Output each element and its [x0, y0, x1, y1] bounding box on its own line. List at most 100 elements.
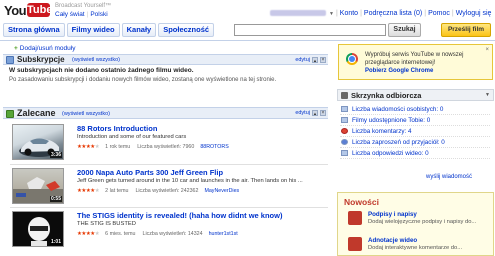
- subscriptions-show-all[interactable]: (wyświetl wszystko): [72, 56, 120, 64]
- video-item[interactable]: 0:55 2000 Napa Auto Parts 300 Jeff Green…: [12, 168, 332, 206]
- video-description: Jeff Green gets turned around in the 10 …: [77, 178, 303, 184]
- tab-community[interactable]: Społeczność: [158, 23, 215, 37]
- recommended-icon: [6, 110, 14, 118]
- inbox-title: Skrzynka odbiorcza: [351, 91, 422, 100]
- inbox-item-label: Liczba zaproszeń od przyjaciół: 0: [352, 139, 445, 146]
- video-meta: ★★★★★ 2 lat temu Liczba wyświetleń: 242362…: [77, 188, 239, 194]
- main-nav: Strona główna Filmy wideo Kanały Społecz…: [3, 23, 215, 40]
- video-duration: 1:01: [49, 239, 62, 245]
- help-link[interactable]: Pomoc: [428, 10, 450, 17]
- video-response-icon: [341, 150, 348, 156]
- close-icon[interactable]: ×: [320, 57, 326, 63]
- video-views: Liczba wyświetleń: 14324: [142, 231, 203, 237]
- subscriptions-body: W subskrypcjach nie dodano ostatnio żadn…: [3, 66, 327, 83]
- collapse-icon[interactable]: ▲: [312, 110, 318, 116]
- video-title[interactable]: The STIGS identity is revealed! (haha ho…: [77, 211, 282, 220]
- world-link[interactable]: Cały świat: [55, 11, 85, 18]
- user-bar: ▼ | Konto | Podręczna lista (0) | Pomoc | Wylogu…: [266, 10, 491, 17]
- video-meta: ★★★★★ 1 rok temu Liczba wyświetleń: 7960 88…: [77, 144, 229, 150]
- video-divider: [10, 207, 328, 208]
- youtube-logo[interactable]: You Tube: [4, 2, 53, 20]
- video-title[interactable]: 2000 Napa Auto Parts 300 Jeff Green Flip: [77, 168, 223, 177]
- video-description: THE STIG IS BUSTED: [77, 221, 136, 227]
- chrome-promo-message: Wypróbuj serwis YouTube w nowszej przegl…: [365, 52, 464, 66]
- video-item[interactable]: 1:01 The STIGS identity is revealed! (ha…: [12, 211, 332, 249]
- collapse-icon[interactable]: ▼: [485, 92, 490, 98]
- chevron-down-icon[interactable]: ▼: [329, 11, 334, 17]
- inbox-item-label: Filmy udostępnione Tobie: 0: [352, 117, 431, 124]
- video-item[interactable]: 3:36 88 Rotors Introduction Introduction…: [12, 124, 332, 162]
- rating-stars-icon: ★★★★★: [77, 188, 100, 194]
- envelope-icon: [341, 106, 348, 112]
- recommended-edit[interactable]: edytuj: [295, 108, 310, 119]
- tab-channels[interactable]: Kanały: [121, 23, 157, 37]
- rating-stars-icon: ★★★★★: [77, 144, 100, 150]
- inbox-item-shared[interactable]: Filmy udostępnione Tobie: 0: [340, 115, 490, 126]
- logout-link[interactable]: Wyloguj się: [456, 10, 492, 17]
- account-link[interactable]: Konto: [340, 10, 358, 17]
- friend-invite-icon: [341, 139, 348, 145]
- inbox-item-invites[interactable]: Liczba zaproszeń od przyjaciół: 0: [340, 137, 490, 148]
- video-views: Liczba wyświetleń: 7960: [137, 144, 195, 150]
- comment-icon: [341, 128, 348, 134]
- send-message-link[interactable]: wyślij wiadomość: [426, 174, 472, 180]
- subscriptions-icon: [6, 56, 14, 64]
- chrome-download-link[interactable]: Pobierz Google Chrome: [365, 68, 433, 74]
- video-description: Introduction and some of our featured ca…: [77, 134, 187, 140]
- inbox-icon: [341, 92, 348, 99]
- video-thumbnail[interactable]: 3:36: [12, 124, 64, 160]
- search-input[interactable]: [234, 24, 386, 36]
- video-age: 6 mies. temu: [105, 231, 136, 237]
- news-item-title[interactable]: Adnotacje wideo: [368, 237, 417, 244]
- video-meta: ★★★★★ 6 mies. temu Liczba wyświetleń: 1432…: [77, 231, 238, 237]
- playlist-link[interactable]: Podręczna lista (0): [364, 10, 422, 17]
- inbox-list: Liczba wiadomości osobistych: 0 Filmy ud…: [340, 104, 490, 159]
- collapse-icon[interactable]: ▲: [312, 57, 318, 63]
- inbox-header: Skrzynka odbiorcza ▼: [337, 89, 494, 101]
- news-item-desc: Dodaj interaktywne komentarze do...: [368, 245, 463, 251]
- upload-button[interactable]: Prześlij film: [441, 23, 491, 37]
- subscriptions-title: Subskrypcje: [17, 55, 65, 64]
- news-item-title[interactable]: Podpisy i napisy: [368, 211, 417, 218]
- inbox-item-label: Liczba komentarzy: 4: [352, 128, 412, 135]
- video-author[interactable]: hunter1st1st: [209, 231, 238, 237]
- video-author[interactable]: 88ROTORS: [200, 144, 228, 150]
- chrome-promo: Wypróbuj serwis YouTube w nowszej przegl…: [338, 44, 493, 80]
- inbox-item-comments[interactable]: Liczba komentarzy: 4: [340, 126, 490, 137]
- recommended-show-all[interactable]: (wyświetl wszystko): [62, 110, 110, 118]
- chrome-logo-icon: [346, 53, 358, 65]
- recommended-header: Zalecane (wyświetl wszystko) edytuj ▲ ×: [3, 107, 328, 119]
- inbox-item-label: Liczba wiadomości osobistych: 0: [352, 106, 444, 113]
- subscriptions-edit[interactable]: edytuj: [295, 55, 310, 65]
- username-redacted[interactable]: [270, 10, 326, 17]
- news-item-desc: Dodaj wielojęzyczne podpisy i napisy do.…: [368, 219, 477, 225]
- subscriptions-notice: W subskrypcjach nie dodano ostatnio żadn…: [9, 67, 194, 74]
- inbox-item-messages[interactable]: Liczba wiadomości osobistych: 0: [340, 104, 490, 115]
- plus-icon: +: [14, 45, 18, 52]
- video-duration: 0:55: [49, 196, 62, 202]
- add-modules-label: Dodaj/usuń moduły: [19, 45, 76, 52]
- inbox-item-label: Liczba odpowiedzi wideo: 0: [352, 150, 429, 157]
- chrome-promo-text: Wypróbuj serwis YouTube w nowszej przegl…: [365, 51, 489, 75]
- video-thumbnail[interactable]: 1:01: [12, 211, 64, 247]
- close-icon[interactable]: ×: [485, 47, 489, 53]
- captions-icon: [348, 211, 362, 225]
- logo-tube: Tube: [27, 3, 53, 17]
- video-author[interactable]: MayNeverDies: [204, 188, 239, 194]
- add-modules-link[interactable]: + Dodaj/usuń moduły: [14, 45, 75, 52]
- video-age: 2 lat temu: [105, 188, 129, 194]
- video-title[interactable]: 88 Rotors Introduction: [77, 124, 157, 133]
- tab-home[interactable]: Strona główna: [3, 23, 65, 37]
- video-views: Liczba wyświetleń: 242362: [135, 188, 199, 194]
- recommended-title: Zalecane: [17, 108, 56, 118]
- tagline: Broadcast Yourself™: [55, 3, 112, 9]
- tab-videos[interactable]: Filmy wideo: [66, 23, 120, 37]
- inbox-item-responses[interactable]: Liczba odpowiedzi wideo: 0: [340, 148, 490, 159]
- country-link[interactable]: Polski: [90, 11, 107, 18]
- video-thumbnail[interactable]: 0:55: [12, 168, 64, 204]
- whats-new-box: Nowości Podpisy i napisy Dodaj wielojęzy…: [337, 192, 494, 256]
- whats-new-title: Nowości: [344, 197, 379, 207]
- film-icon: [341, 117, 348, 123]
- search-button[interactable]: Szukaj: [388, 23, 421, 37]
- close-icon[interactable]: ×: [320, 110, 326, 116]
